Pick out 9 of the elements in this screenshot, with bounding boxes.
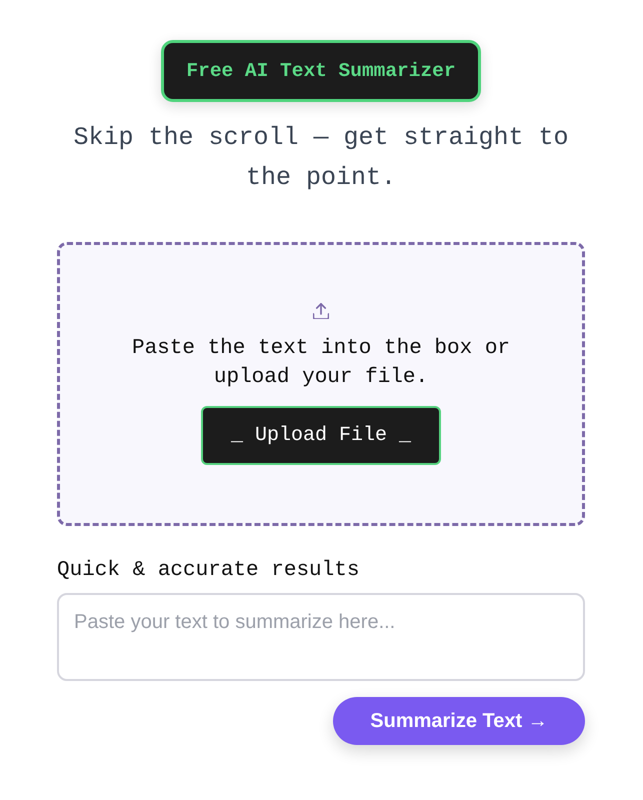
upload-icon [313,303,329,319]
upload-file-button[interactable]: _ Upload File _ [201,406,441,465]
title-badge: Free AI Text Summarizer [161,40,481,102]
tagline: Skip the scroll — get straight to the point. [72,122,570,194]
text-input-field[interactable]: Paste your text to summarize here... [57,593,585,681]
summarize-button[interactable]: Summarize Text → [333,697,585,745]
input-label: Quick & accurate results [57,558,360,584]
upload-instruction: Paste the text into the box or upload your file. [130,336,512,391]
upload-dropzone[interactable]: Paste the text into the box or upload your file. _ Upload File _ [57,242,585,526]
